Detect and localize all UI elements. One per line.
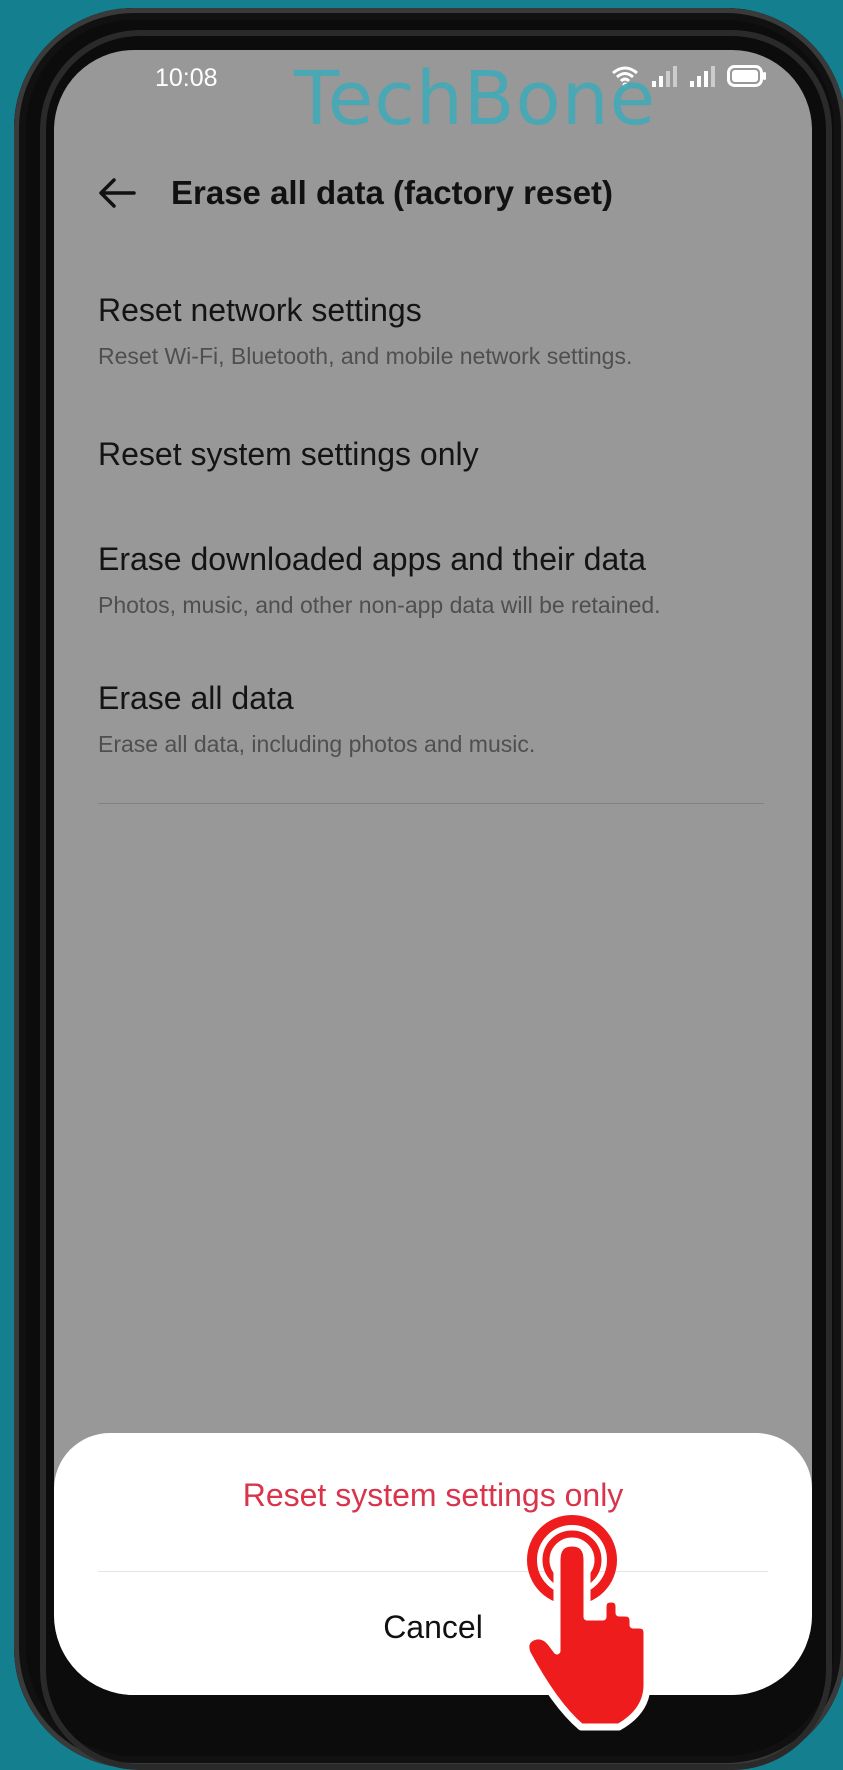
phone-screen: 10:08 TechBone Erase all data (factory r… (54, 50, 812, 1695)
confirmation-sheet: Reset system settings only Cancel (54, 1433, 812, 1695)
setting-title: Erase all data (98, 680, 294, 716)
battery-icon (727, 65, 766, 87)
reset-system-settings-button[interactable]: Reset system settings only (54, 1477, 812, 1514)
signal-icon (690, 66, 715, 87)
setting-item-erase-apps[interactable]: Erase downloaded apps and their data Pho… (98, 541, 768, 619)
setting-subtitle: Erase all data, including photos and mus… (98, 731, 536, 757)
tap-hand-icon (522, 1515, 651, 1731)
setting-subtitle: Photos, music, and other non-app data wi… (98, 592, 661, 618)
list-divider (98, 803, 764, 804)
cancel-button[interactable]: Cancel (54, 1609, 812, 1646)
page-title: Erase all data (factory reset) (171, 174, 614, 211)
setting-item-reset-system[interactable]: Reset system settings only (98, 436, 768, 473)
setting-item-reset-network[interactable]: Reset network settings Reset Wi-Fi, Blue… (98, 292, 768, 370)
sheet-divider (98, 1571, 768, 1572)
watermark-logo: TechBone (294, 56, 657, 142)
setting-title: Reset system settings only (98, 436, 479, 472)
setting-item-erase-all[interactable]: Erase all data Erase all data, including… (98, 680, 768, 758)
setting-title: Reset network settings (98, 292, 422, 328)
app-bar: Erase all data (factory reset) (54, 160, 812, 230)
status-time: 10:08 (155, 64, 218, 92)
setting-title: Erase downloaded apps and their data (98, 541, 646, 577)
setting-subtitle: Reset Wi-Fi, Bluetooth, and mobile netwo… (98, 343, 633, 369)
back-arrow-icon[interactable] (92, 168, 142, 218)
